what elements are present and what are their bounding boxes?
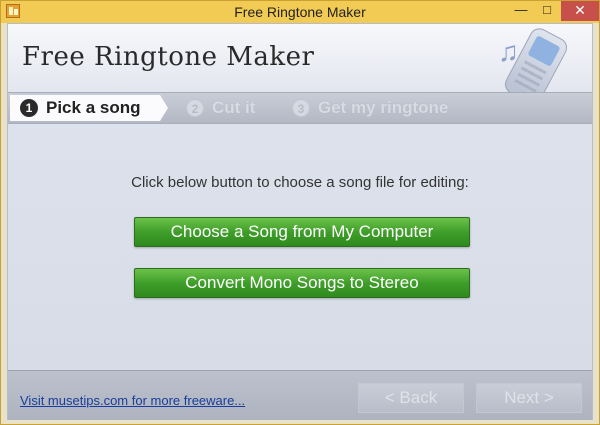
step-number-3: 3 xyxy=(292,99,310,117)
footer-bar: Visit musetips.com for more freeware... … xyxy=(8,370,592,420)
step-label: Pick a song xyxy=(46,98,141,117)
step-bar: 1 Pick a song 2 Cut it 3 Get my ringtone xyxy=(8,92,592,124)
step-number-2: 2 xyxy=(186,99,204,117)
app-window: Free Ringtone Maker — □ ✕ Free Ringtone … xyxy=(0,0,600,425)
instruction-text: Click below button to choose a song file… xyxy=(131,174,469,191)
client-area: Free Ringtone Maker ♫ 1 Pick a song 2 Cu… xyxy=(7,23,593,420)
step-cut-it: 2 Cut it xyxy=(186,95,255,121)
step-number-1: 1 xyxy=(20,99,38,117)
next-button[interactable]: Next > xyxy=(476,383,582,413)
step-get-my-ringtone: 3 Get my ringtone xyxy=(292,95,448,121)
maximize-button[interactable]: □ xyxy=(534,1,560,21)
step-label: Get my ringtone xyxy=(318,98,449,117)
convert-mono-button[interactable]: Convert Mono Songs to Stereo xyxy=(134,268,470,298)
close-button[interactable]: ✕ xyxy=(561,1,599,21)
app-heading: Free Ringtone Maker xyxy=(22,42,315,72)
choose-song-button[interactable]: Choose a Song from My Computer xyxy=(134,217,470,247)
header-banner: Free Ringtone Maker ♫ xyxy=(8,24,592,108)
step-pick-a-song: 1 Pick a song xyxy=(10,95,168,121)
step-label: Cut it xyxy=(212,98,256,117)
musetips-link[interactable]: Visit musetips.com for more freeware... xyxy=(20,393,245,408)
minimize-button[interactable]: — xyxy=(508,1,534,21)
title-bar[interactable]: Free Ringtone Maker — □ ✕ xyxy=(1,1,599,23)
back-button[interactable]: < Back xyxy=(358,383,464,413)
